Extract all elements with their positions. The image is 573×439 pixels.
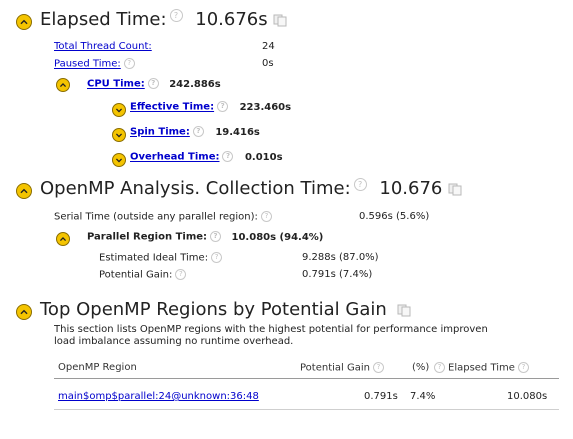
column-header-percent[interactable]: (%) bbox=[412, 362, 429, 373]
copy-icon[interactable] bbox=[273, 14, 287, 27]
overhead-time-link[interactable]: Overhead Time: bbox=[130, 152, 219, 163]
region-potential-gain: 0.791s bbox=[364, 391, 398, 402]
spin-time-value: 19.416s bbox=[215, 126, 260, 138]
column-header-openmp-region[interactable]: OpenMP Region bbox=[58, 362, 137, 373]
paused-time-link[interactable]: Paused Time: bbox=[54, 59, 121, 70]
region-link[interactable]: main$omp$parallel:24@unknown:36:48 bbox=[58, 391, 259, 402]
elapsed-time-title: Elapsed Time: bbox=[40, 9, 167, 30]
table-header-divider bbox=[54, 378, 559, 379]
effective-time-row: Effective Time:? 223.460s bbox=[130, 101, 291, 113]
column-header-potential-gain-label: Potential Gain bbox=[300, 362, 370, 374]
help-icon[interactable]: ? bbox=[210, 231, 222, 242]
effective-time-expand-toggle-icon[interactable] bbox=[112, 103, 126, 117]
help-icon[interactable]: ? bbox=[260, 211, 272, 222]
region-elapsed-time: 10.080s bbox=[507, 391, 548, 402]
top-regions-description-line1: This section lists OpenMP regions with t… bbox=[54, 324, 488, 335]
serial-time-row: Serial Time (outside any parallel region… bbox=[54, 211, 275, 223]
help-icon[interactable]: ? bbox=[169, 9, 183, 22]
parallel-region-time-value: 10.080s (94.4%) bbox=[231, 231, 324, 243]
table-bottom-divider bbox=[54, 409, 559, 410]
help-icon[interactable]: ? bbox=[353, 178, 367, 191]
potential-gain-row: Potential Gain:? bbox=[99, 269, 189, 281]
overhead-time-row: Overhead Time:? 0.010s bbox=[130, 151, 283, 163]
effective-time-value: 223.460s bbox=[239, 101, 292, 113]
help-icon[interactable]: ? bbox=[123, 58, 135, 69]
total-thread-count-value: 24 bbox=[262, 41, 275, 52]
openmp-collection-time-value: 10.676 bbox=[379, 178, 443, 199]
region-percent: 7.4% bbox=[410, 391, 436, 402]
help-icon[interactable]: ? bbox=[372, 362, 384, 373]
help-icon[interactable]: ? bbox=[192, 126, 204, 137]
elapsed-collapse-toggle-icon[interactable] bbox=[16, 14, 32, 30]
spin-time-link[interactable]: Spin Time: bbox=[130, 127, 190, 138]
column-header-potential-gain[interactable]: Potential Gain? bbox=[300, 362, 387, 374]
top-regions-heading: Top OpenMP Regions by Potential Gain bbox=[40, 299, 411, 320]
help-icon[interactable]: ? bbox=[211, 252, 223, 263]
total-thread-count-link[interactable]: Total Thread Count: bbox=[54, 41, 152, 52]
overhead-time-value: 0.010s bbox=[244, 151, 283, 163]
paused-time-row: Paused Time:? bbox=[54, 58, 138, 70]
cpu-time-value: 242.886s bbox=[169, 78, 221, 90]
column-header-elapsed-time[interactable]: ? Elapsed Time? bbox=[431, 362, 532, 374]
potential-gain-label: Potential Gain: bbox=[99, 269, 173, 281]
top-regions-description-line2: load imbalance assuming no runtime overh… bbox=[54, 336, 294, 347]
spin-time-row: Spin Time:? 19.416s bbox=[130, 126, 260, 138]
help-icon[interactable]: ? bbox=[434, 362, 445, 373]
cpu-time-link[interactable]: CPU Time: bbox=[87, 79, 145, 90]
help-icon[interactable]: ? bbox=[222, 151, 234, 162]
parallel-region-collapse-toggle-icon[interactable] bbox=[56, 232, 70, 246]
copy-icon[interactable] bbox=[448, 183, 462, 196]
parallel-region-time-row: Parallel Region Time:? 10.080s (94.4%) bbox=[87, 231, 323, 243]
cpu-time-row: CPU Time:? 242.886s bbox=[87, 78, 221, 90]
help-icon[interactable]: ? bbox=[175, 269, 187, 280]
help-icon[interactable]: ? bbox=[517, 362, 529, 373]
estimated-ideal-time-value: 9.288s (87.0%) bbox=[302, 252, 379, 263]
top-regions-title: Top OpenMP Regions by Potential Gain bbox=[40, 299, 387, 320]
spin-time-expand-toggle-icon[interactable] bbox=[112, 128, 126, 142]
help-icon[interactable]: ? bbox=[147, 78, 159, 89]
openmp-analysis-heading: OpenMP Analysis. Collection Time:? 10.67… bbox=[40, 178, 462, 199]
paused-time-value: 0s bbox=[262, 58, 274, 69]
elapsed-time-heading: Elapsed Time:? 10.676s bbox=[40, 9, 287, 30]
parallel-region-time-label: Parallel Region Time: bbox=[87, 231, 208, 243]
column-header-elapsed-time-label: Elapsed Time bbox=[448, 362, 515, 374]
serial-time-value: 0.596s (5.6%) bbox=[359, 211, 430, 222]
overhead-time-expand-toggle-icon[interactable] bbox=[112, 153, 126, 167]
estimated-ideal-time-row: Estimated Ideal Time:? bbox=[99, 252, 225, 264]
serial-time-label: Serial Time (outside any parallel region… bbox=[54, 211, 258, 223]
cpu-time-collapse-toggle-icon[interactable] bbox=[56, 78, 70, 92]
help-icon[interactable]: ? bbox=[217, 101, 229, 112]
openmp-analysis-title: OpenMP Analysis. Collection Time: bbox=[40, 178, 351, 199]
estimated-ideal-time-label: Estimated Ideal Time: bbox=[99, 252, 209, 264]
openmp-collapse-toggle-icon[interactable] bbox=[16, 183, 32, 199]
effective-time-link[interactable]: Effective Time: bbox=[130, 102, 214, 113]
copy-icon[interactable] bbox=[397, 304, 411, 317]
potential-gain-value: 0.791s (7.4%) bbox=[302, 269, 373, 280]
top-regions-collapse-toggle-icon[interactable] bbox=[16, 304, 32, 320]
elapsed-time-value: 10.676s bbox=[195, 9, 268, 30]
